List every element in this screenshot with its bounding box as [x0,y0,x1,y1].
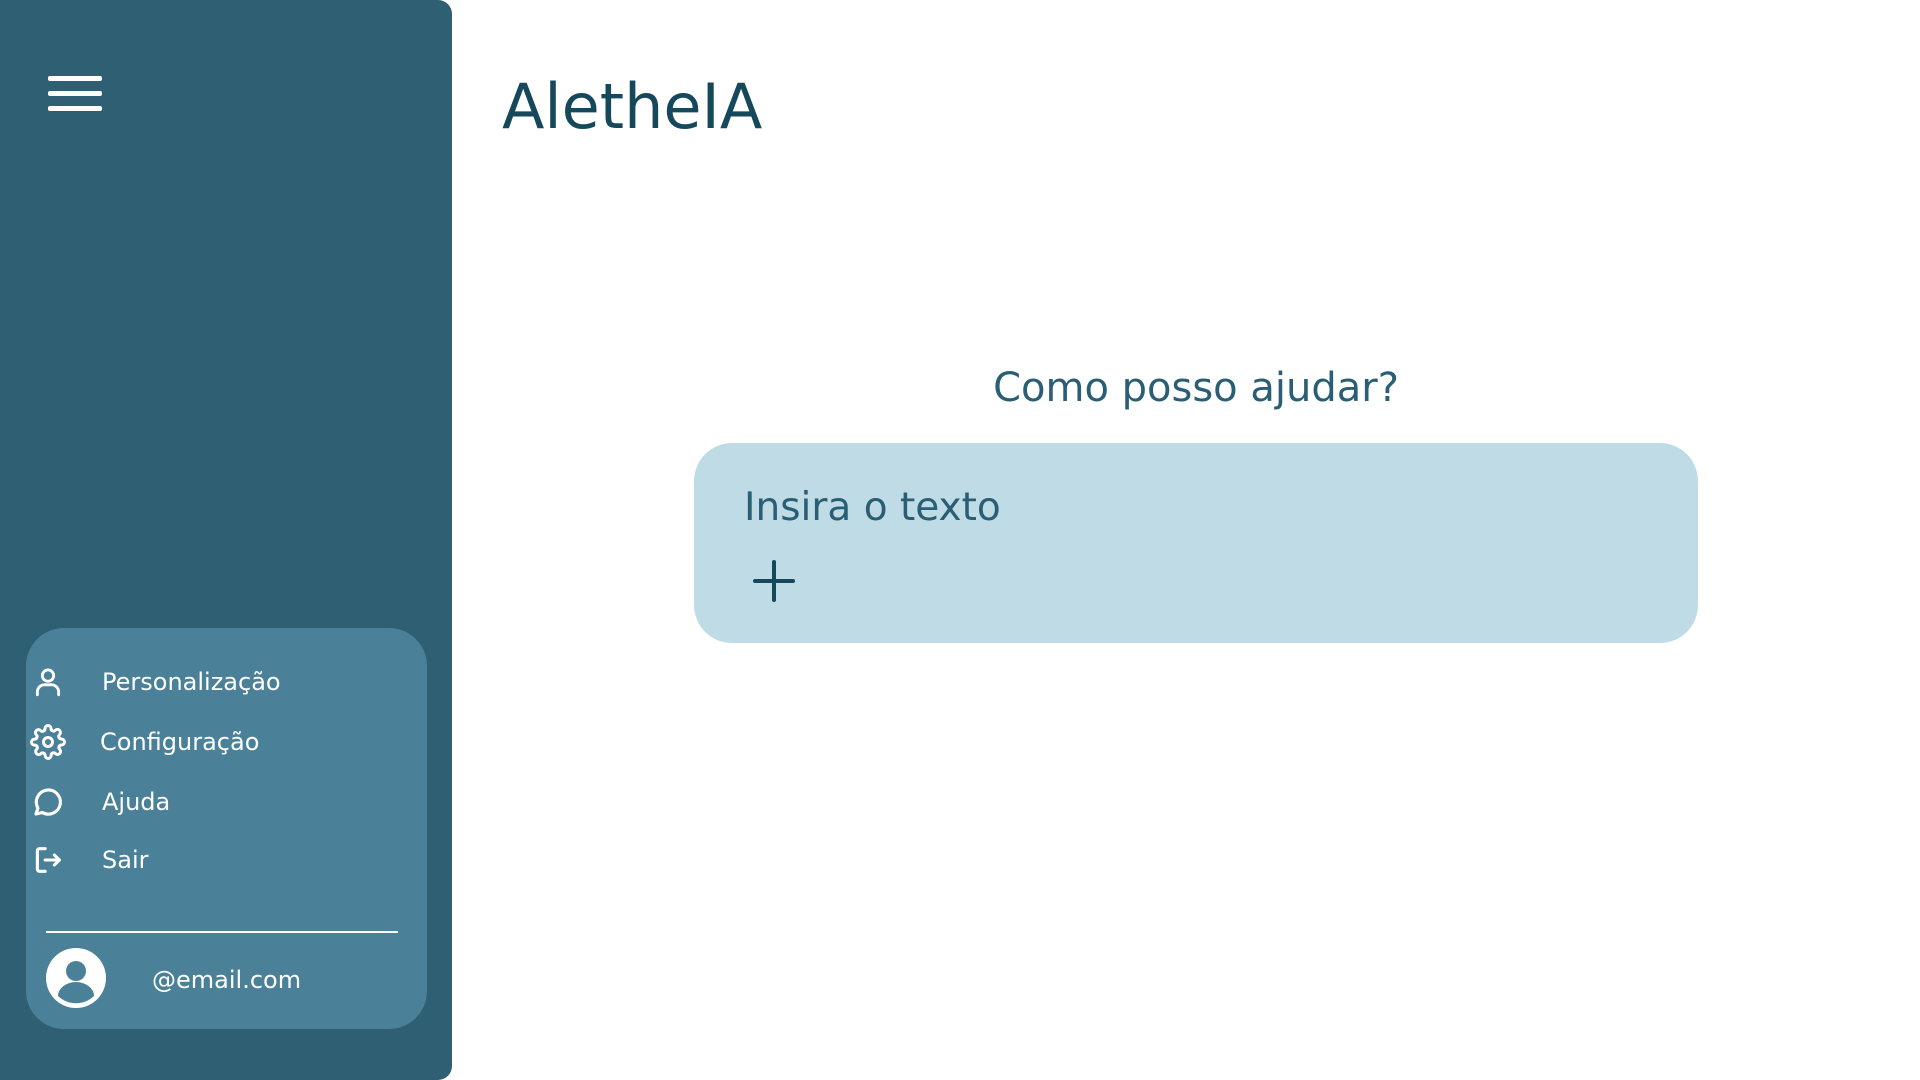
sidebar-item-sair[interactable]: Sair [30,838,370,882]
sidebar-item-label: Ajuda [102,788,171,816]
prompt-heading: Como posso ajudar? [993,365,1399,411]
sidebar-item-label: Configuração [100,728,260,756]
chat-input-card [694,443,1698,643]
menu-line [48,76,102,81]
app-window: Personalização Configuração Ajuda Sair @… [0,0,1920,1080]
hamburger-menu-icon[interactable] [48,76,102,116]
menu-line [48,106,102,111]
user-email: @email.com [152,966,302,994]
app-title: AletheIA [502,70,763,143]
panel-divider [46,931,398,933]
menu-line [48,91,102,96]
user-account[interactable]: @email.com [46,948,386,1012]
sidebar-item-ajuda[interactable]: Ajuda [30,780,370,824]
plus-icon[interactable] [752,559,802,609]
user-icon [30,664,66,700]
sidebar-item-label: Personalização [102,668,281,696]
sidebar: Personalização Configuração Ajuda Sair @… [0,0,452,1080]
user-avatar-icon [46,948,106,1012]
logout-icon [30,842,66,878]
gear-icon [30,724,66,760]
sidebar-item-personalizacao[interactable]: Personalização [30,660,370,704]
sidebar-item-configuracao[interactable]: Configuração [30,720,370,764]
chat-text-input[interactable] [744,479,1644,535]
chat-bubble-icon [30,784,66,820]
sidebar-item-label: Sair [102,846,149,874]
